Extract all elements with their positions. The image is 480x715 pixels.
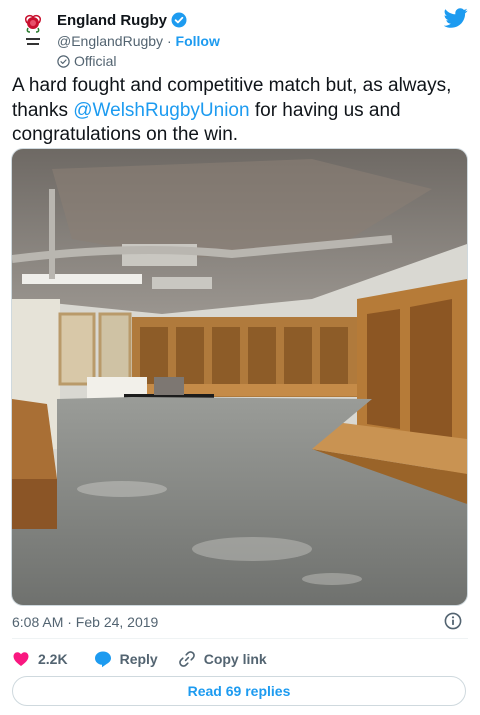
action-bar: 2.2K Reply Copy link: [12, 648, 287, 670]
like-button[interactable]: 2.2K: [12, 650, 68, 668]
tweet-timestamp[interactable]: 6:08 AM · Feb 24, 2019: [12, 614, 158, 630]
reply-button[interactable]: Reply: [94, 650, 158, 668]
copy-link-label: Copy link: [203, 651, 267, 667]
twitter-bird-icon[interactable]: [443, 6, 468, 30]
copy-link-button[interactable]: Copy link: [178, 650, 267, 668]
reply-bubble-icon: [94, 651, 111, 668]
handle-separator: ·: [166, 33, 172, 49]
affiliation-text: Official: [74, 53, 117, 69]
handle-row: @EnglandRugby · Follow: [57, 32, 220, 50]
link-icon: [178, 651, 195, 667]
verified-badge-icon: [171, 12, 187, 28]
mention-link[interactable]: @WelshRugbyUnion: [73, 100, 249, 121]
info-icon[interactable]: [444, 612, 462, 630]
tweet-header: England Rugby @EnglandRugby · Follow Off…: [22, 10, 468, 69]
tweet-photo[interactable]: [11, 148, 468, 606]
author-identity: England Rugby @EnglandRugby · Follow Off…: [57, 10, 220, 70]
official-label: Official: [57, 52, 220, 70]
embedded-tweet: England Rugby @EnglandRugby · Follow Off…: [0, 0, 480, 715]
locker-room-photo: [12, 149, 467, 605]
divider: [12, 638, 468, 639]
like-count: 2.2K: [38, 651, 68, 667]
official-check-icon: [57, 54, 70, 68]
england-rugby-rose-avatar[interactable]: [22, 12, 44, 56]
read-replies-button[interactable]: Read 69 replies: [12, 676, 466, 706]
follow-button[interactable]: Follow: [176, 33, 220, 49]
heart-icon: [13, 652, 29, 666]
name-row: England Rugby: [57, 10, 220, 30]
author-display-name[interactable]: England Rugby: [57, 12, 167, 29]
reply-label: Reply: [119, 651, 158, 667]
author-handle[interactable]: @EnglandRugby: [57, 33, 163, 49]
tweet-text: A hard fought and competitive match but,…: [12, 74, 462, 148]
